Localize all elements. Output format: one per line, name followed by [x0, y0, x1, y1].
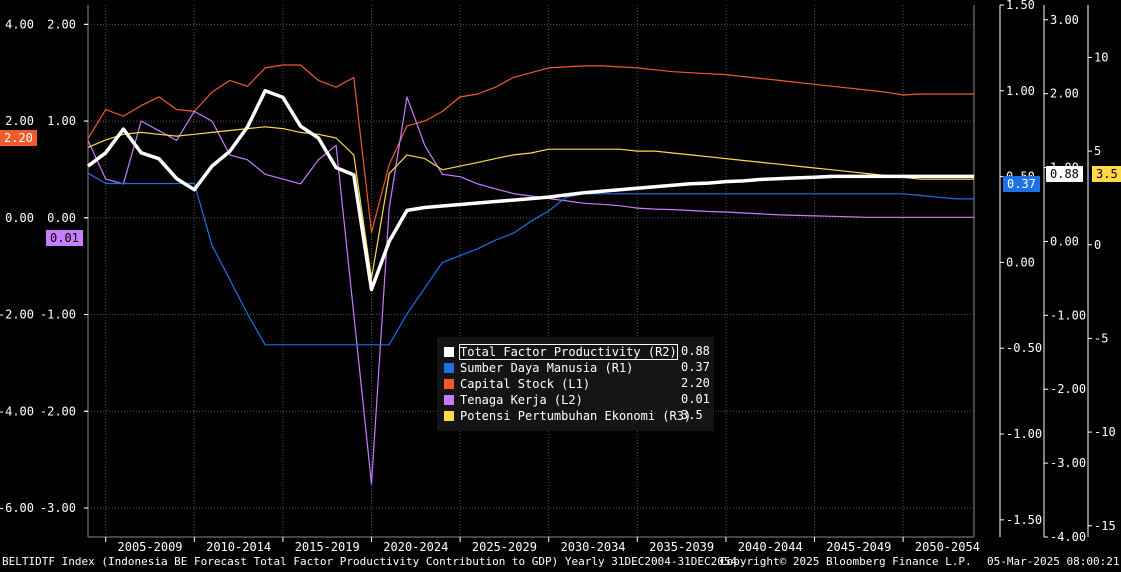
l2-tick-label: 0.00 [5, 211, 34, 225]
legend-item[interactable]: Tenaga Kerja (L2) [444, 392, 583, 407]
x-tick-label: 2015-2019 [295, 540, 360, 554]
chart-grid [88, 5, 974, 537]
tenaga-kerja-value-tag: 0.01 [46, 230, 83, 246]
legend-swatch [444, 378, 454, 389]
r2-tick-label: -1.00 [1050, 308, 1086, 322]
series-line-potensi-pertumbuhan-ekonomi-r3 [87, 126, 974, 280]
l1-tick-label: 1.00 [47, 114, 76, 128]
r1-tick-label: -1.00 [1006, 427, 1042, 441]
footer-copyright: Copyright© 2025 Bloomberg Finance L.P. [720, 555, 972, 568]
x-tick-label: 2005-2009 [118, 540, 183, 554]
legend-item[interactable]: Potensi Pertumbuhan Ekonomi (R3) [444, 408, 691, 423]
l2-tick-label: 4.00 [5, 17, 34, 31]
r2-tick-label: -3.00 [1050, 456, 1086, 470]
legend: Total Factor Productivity (R2) 0.88 Sumber… [437, 337, 714, 431]
r3-tick-label: -15 [1094, 519, 1116, 533]
r2-tick-label: 0.00 [1050, 234, 1079, 248]
legend-item[interactable]: Total Factor Productivity (R2) [444, 343, 678, 360]
r3-tick-label: 5 [1094, 144, 1101, 158]
legend-label: Potensi Pertumbuhan Ekonomi (R3) [460, 408, 692, 423]
legend-swatch [444, 394, 454, 405]
r1-tick-label: 1.00 [1006, 84, 1035, 98]
legend-swatch [444, 362, 454, 373]
l1-tick-label: 2.00 [47, 17, 76, 31]
chart-ticks: 4.00 2.00 0.00 -2.00 -4.00 -6.00 2.00 1.00 0.00 -… [0, 0, 1116, 554]
r1-tick-label: -1.50 [1006, 513, 1042, 527]
l1-tick-label: 0.00 [47, 211, 76, 225]
x-tick-label: 2025-2029 [472, 540, 537, 554]
legend-label: Tenaga Kerja (L2) [460, 392, 583, 407]
l1-tick-label: -3.00 [40, 501, 76, 515]
r1-tick-label: -0.50 [1006, 341, 1042, 355]
l2-tick-label: 2.00 [5, 114, 34, 128]
r3-tick-label: 10 [1094, 50, 1108, 64]
legend-label: Capital Stock (L1) [460, 376, 591, 391]
r2-tick-label: -2.00 [1050, 382, 1086, 396]
sumber-daya-value-tag: 0.37 [1003, 176, 1040, 192]
r3-tick-label: -10 [1094, 425, 1116, 439]
l1-tick-label: -1.00 [40, 308, 76, 322]
legend-label: Total Factor Productivity (R2) [459, 343, 678, 360]
r1-tick-label: 1.50 [1006, 0, 1035, 12]
r3-tick-label: 0 [1094, 238, 1101, 252]
capital-stock-value-tag: 2.20 [0, 130, 37, 146]
legend-value: 0.88 [681, 344, 710, 358]
legend-swatch [444, 410, 454, 421]
l2-tick-label: -6.00 [0, 501, 34, 515]
x-tick-label: 2040-2044 [738, 540, 803, 554]
series-line-total-factor-productivity-r2 [86, 88, 974, 292]
series-line-capital-stock-l1 [87, 64, 974, 233]
x-tick-label: 2050-2054 [915, 540, 980, 554]
chart: 4.00 2.00 0.00 -2.00 -4.00 -6.00 2.00 1.00 0.00 -… [0, 0, 1116, 554]
r3-tick-label: -5 [1094, 331, 1108, 345]
r1-tick-label: 0.00 [1006, 255, 1035, 269]
l2-tick-label: -4.00 [0, 404, 34, 418]
legend-value: 0.37 [681, 360, 710, 374]
legend-value: 3.5 [681, 408, 703, 422]
legend-item[interactable]: Capital Stock (L1) [444, 376, 590, 391]
x-tick-label: 2020-2024 [383, 540, 448, 554]
r2-tick-label: -4.00 [1050, 530, 1086, 544]
legend-label: Sumber Daya Manusia (R1) [460, 360, 634, 375]
footer-timestamp: 05-Mar-2025 08:00:21 [987, 555, 1120, 568]
r2-tick-label: 3.00 [1050, 13, 1079, 27]
legend-swatch [444, 346, 454, 357]
footer-index-description: BELTIDTF Index (Indonesia BE Forecast To… [2, 555, 738, 568]
r2-tick-label: 2.00 [1050, 87, 1079, 101]
x-tick-label: 2030-2034 [561, 540, 626, 554]
x-tick-label: 2010-2014 [206, 540, 271, 554]
legend-value: 2.20 [681, 376, 710, 390]
tfp-value-tag: 0.88 [1046, 166, 1083, 182]
legend-value: 0.01 [681, 392, 710, 406]
l2-tick-label: -2.00 [0, 308, 34, 322]
l1-tick-label: -2.00 [40, 404, 76, 418]
potensi-value-tag: 3.5 [1092, 166, 1121, 182]
chart-axes [87, 5, 1089, 538]
legend-item[interactable]: Sumber Daya Manusia (R1) [444, 360, 633, 375]
x-tick-label: 2035-2039 [649, 540, 714, 554]
x-tick-label: 2045-2049 [826, 540, 891, 554]
